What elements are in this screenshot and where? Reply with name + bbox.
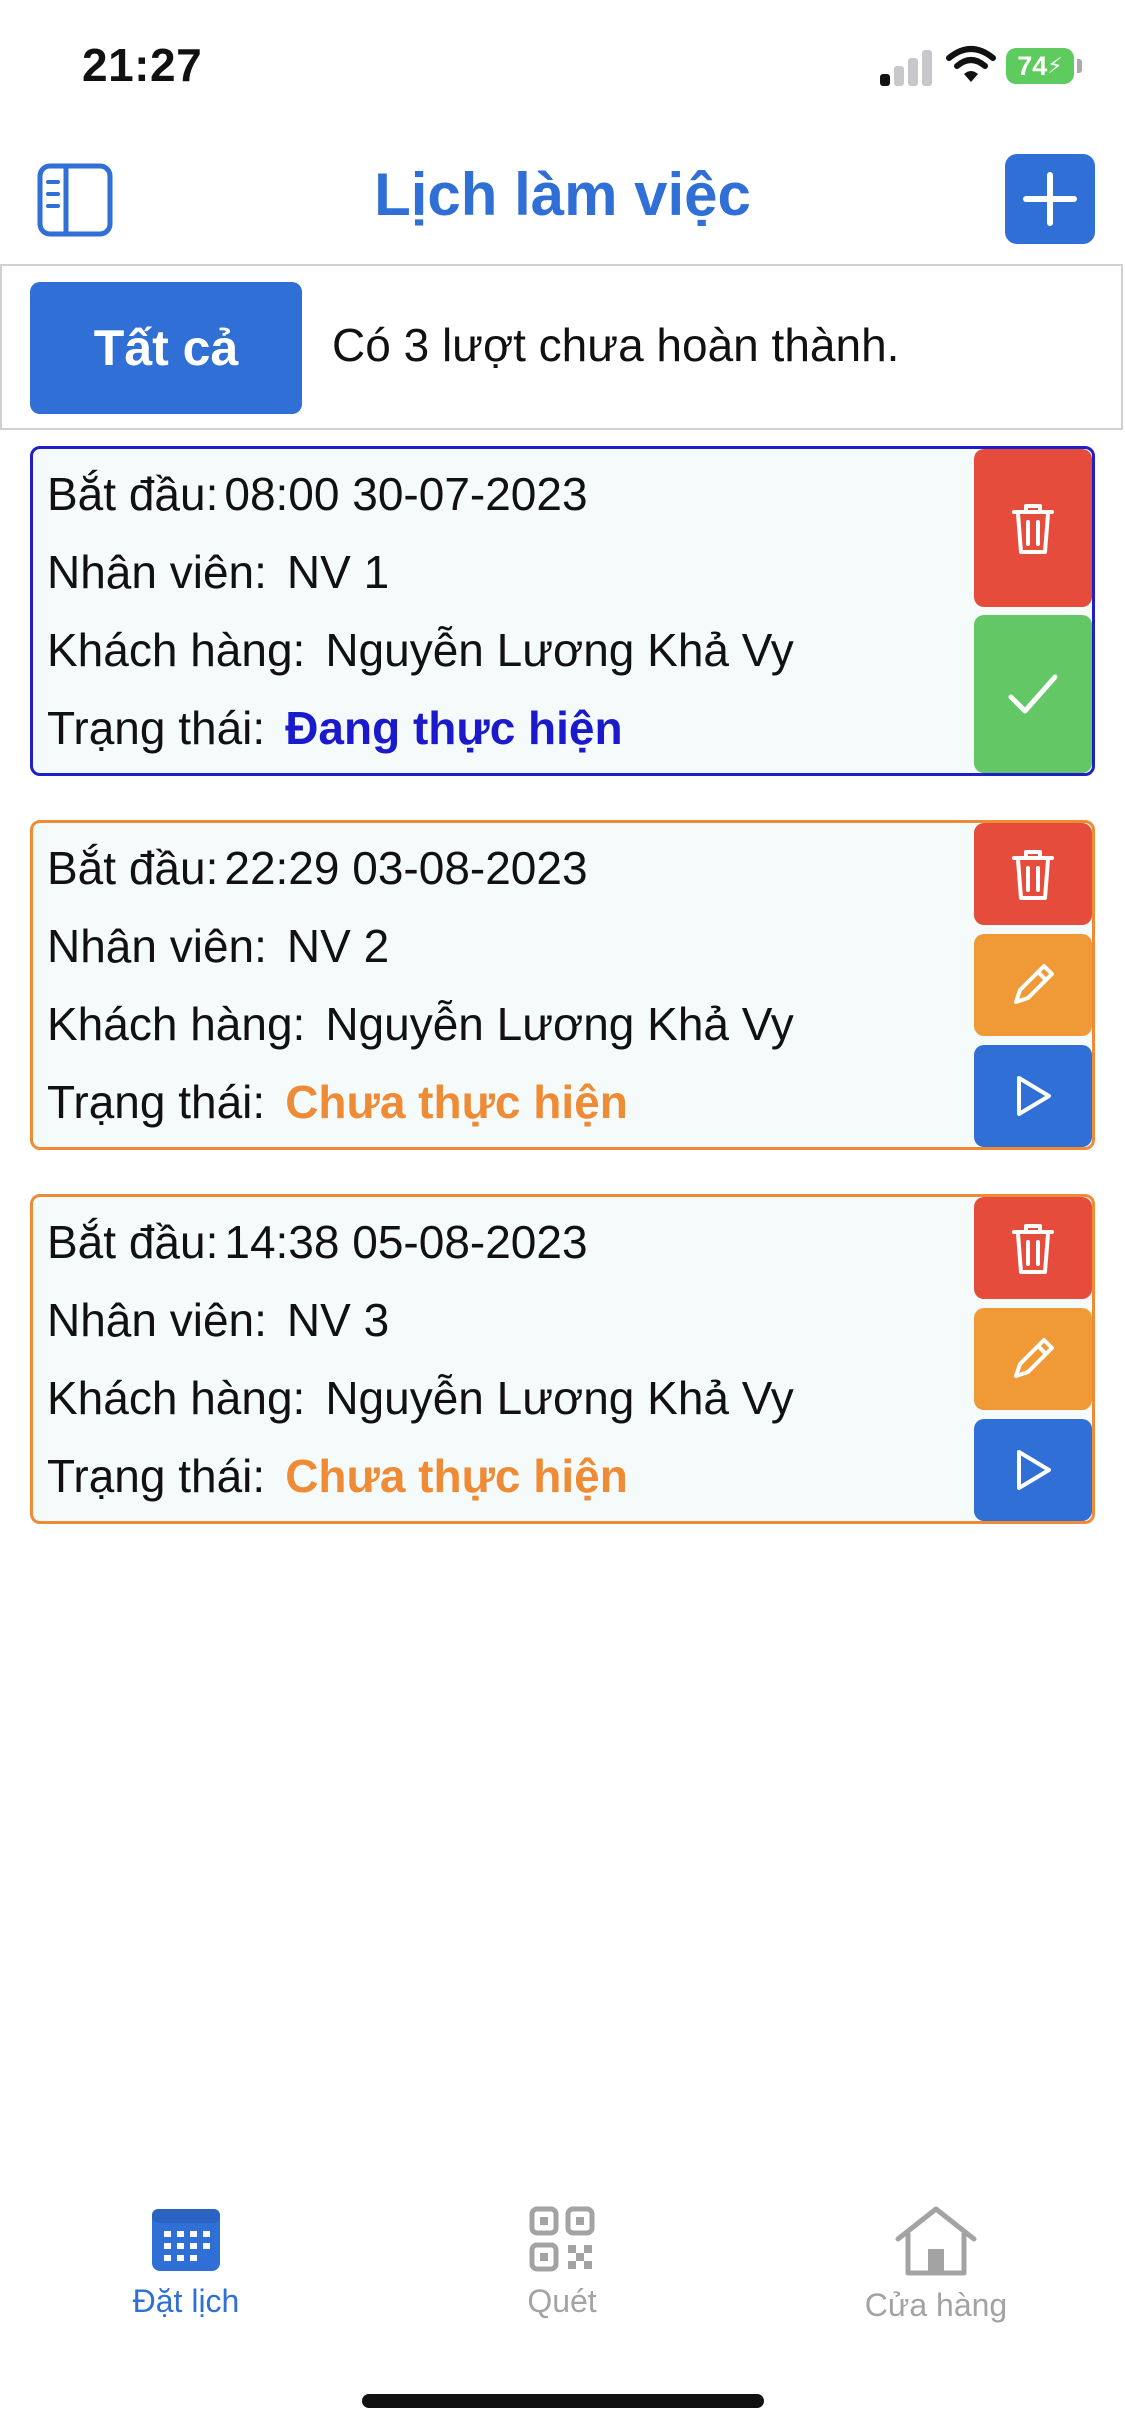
plus-icon	[1023, 172, 1077, 226]
battery-level: 74	[1017, 50, 1048, 81]
schedule-card[interactable]: Bắt đầu: 08:00 30-07-2023 Nhân viên: NV 1 …	[30, 446, 1095, 776]
delete-button[interactable]	[974, 1197, 1092, 1299]
start-label: Bắt đầu:	[47, 842, 219, 894]
tab-label: Đặt lịch	[132, 2283, 240, 2319]
employee-value: NV 2	[286, 920, 390, 972]
status-value: Đang thực hiện	[285, 702, 623, 754]
play-icon	[1017, 1450, 1051, 1490]
add-button[interactable]	[1005, 154, 1095, 244]
summary-text: Có 3 lượt chưa hoàn thành.	[332, 319, 900, 371]
battery-icon: 74 ⚡	[1006, 48, 1074, 84]
tab-label: Cửa hàng	[864, 2287, 1008, 2323]
wifi-icon	[946, 46, 996, 82]
card-actions	[974, 449, 1092, 773]
customer-value: Nguyễn Lương Khả Vy	[325, 998, 794, 1050]
check-icon	[1008, 674, 1058, 714]
status-label: Trạng thái:	[47, 1076, 266, 1128]
employee-value: NV 1	[286, 546, 390, 598]
start-button[interactable]	[974, 1419, 1092, 1521]
edit-button[interactable]	[974, 1308, 1092, 1410]
home-indicator	[362, 2394, 764, 2408]
card-actions	[974, 823, 1092, 1147]
home-icon	[895, 2206, 977, 2276]
start-value: 08:00 30-07-2023	[224, 468, 588, 520]
customer-value: Nguyễn Lương Khả Vy	[325, 624, 794, 676]
confirm-button[interactable]	[974, 615, 1092, 773]
play-icon	[1017, 1076, 1051, 1116]
pencil-icon	[1014, 964, 1054, 1004]
schedule-card[interactable]: Bắt đầu: 22:29 03-08-2023 Nhân viên: NV 2 …	[30, 820, 1095, 1150]
status-bar: 21:27 74 ⚡	[0, 0, 1125, 130]
employee-label: Nhân viên:	[47, 546, 267, 598]
status-value: Chưa thực hiện	[285, 1450, 628, 1502]
status-time: 21:27	[82, 39, 203, 91]
pencil-icon	[1014, 1338, 1054, 1378]
trash-icon	[1012, 504, 1054, 554]
employee-label: Nhân viên:	[47, 1294, 267, 1346]
delete-button[interactable]	[974, 823, 1092, 925]
start-value: 22:29 03-08-2023	[224, 842, 588, 894]
employee-label: Nhân viên:	[47, 920, 267, 972]
filter-all-button[interactable]: Tất cả	[30, 282, 302, 414]
delete-button[interactable]	[974, 449, 1092, 607]
tab-label: Quét	[527, 2283, 597, 2319]
trash-icon	[1012, 850, 1054, 900]
battery-tip	[1077, 59, 1082, 73]
calendar-icon	[152, 2209, 220, 2271]
status-value: Chưa thực hiện	[285, 1076, 628, 1128]
trash-icon	[1012, 1224, 1054, 1274]
tab-store[interactable]: Cửa hàng	[806, 2205, 1066, 2335]
tab-scan[interactable]: Quét	[432, 2205, 692, 2335]
start-label: Bắt đầu:	[47, 468, 219, 520]
start-value: 14:38 05-08-2023	[224, 1216, 588, 1268]
status-label: Trạng thái:	[47, 702, 266, 754]
customer-label: Khách hàng:	[47, 624, 306, 676]
customer-value: Nguyễn Lương Khả Vy	[325, 1372, 794, 1424]
start-button[interactable]	[974, 1045, 1092, 1147]
employee-value: NV 3	[286, 1294, 390, 1346]
page-title: Lịch làm việc	[374, 161, 751, 228]
filter-bar: Tất cả Có 3 lượt chưa hoàn thành.	[0, 264, 1123, 430]
customer-label: Khách hàng:	[47, 998, 306, 1050]
status-label: Trạng thái:	[47, 1450, 266, 1502]
signal-icon	[880, 48, 934, 86]
customer-label: Khách hàng:	[47, 1372, 306, 1424]
edit-button[interactable]	[974, 934, 1092, 1036]
card-actions	[974, 1197, 1092, 1521]
schedule-card[interactable]: Bắt đầu: 14:38 05-08-2023 Nhân viên: NV 3 …	[30, 1194, 1095, 1524]
start-label: Bắt đầu:	[47, 1216, 219, 1268]
qr-code-icon	[529, 2206, 595, 2272]
tab-schedule[interactable]: Đặt lịch	[56, 2205, 316, 2335]
